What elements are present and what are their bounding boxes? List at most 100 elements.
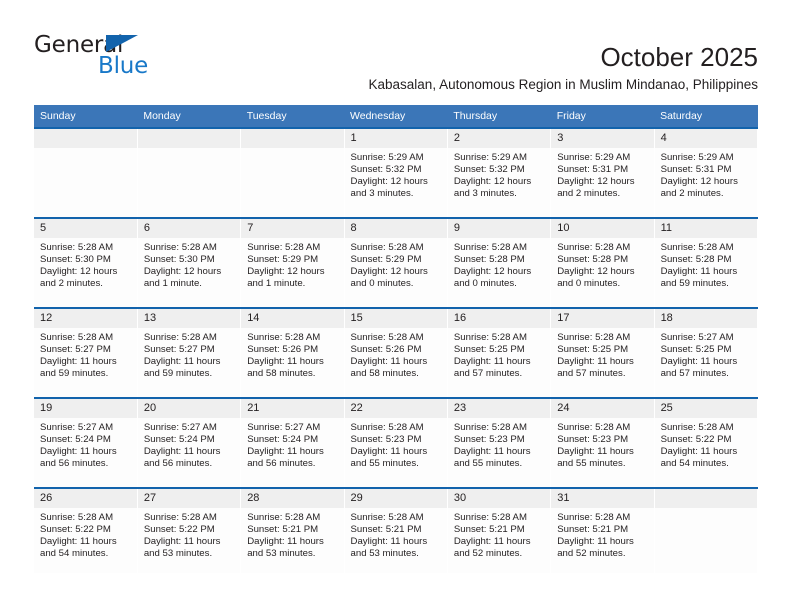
day-number: 10 — [551, 219, 654, 238]
day-number: 23 — [447, 399, 551, 418]
day-number: 27 — [137, 489, 241, 508]
calendar-day-cell[interactable]: 3 Sunrise: 5:29 AM Sunset: 5:31 PM Daylight… — [550, 127, 655, 218]
calendar-day-cell[interactable]: 17 Sunrise: 5:28 AM Sunset: 5:25 PM Dayligh… — [550, 307, 655, 398]
daylight-text: Daylight: 12 hours and 3 minutes. — [350, 176, 428, 200]
sunset-text: Sunset: 5:21 PM — [557, 524, 629, 536]
day-number: 16 — [447, 309, 551, 328]
day-number: 28 — [241, 489, 344, 508]
daylight-text: Daylight: 11 hours and 58 minutes. — [350, 356, 428, 380]
calendar-day-cell[interactable]: 28 Sunrise: 5:28 AM Sunset: 5:21 PM Dayligh… — [240, 487, 345, 573]
calendar-day-cell[interactable]: 19 Sunrise: 5:27 AM Sunset: 5:24 PM Dayligh… — [34, 397, 138, 488]
day-number — [654, 489, 757, 508]
page-title: October 2025 — [600, 42, 758, 72]
sunset-text: Sunset: 5:23 PM — [453, 434, 525, 446]
daylight-text: Daylight: 11 hours and 55 minutes. — [453, 446, 531, 470]
day-number: 9 — [447, 219, 551, 238]
daylight-text: Daylight: 11 hours and 56 minutes. — [247, 446, 324, 470]
calendar-day-cell[interactable]: 22 Sunrise: 5:28 AM Sunset: 5:23 PM Dayligh… — [344, 397, 448, 488]
calendar-day-cell[interactable]: 9 Sunrise: 5:28 AM Sunset: 5:28 PM Daylight… — [447, 217, 552, 308]
day-number — [34, 129, 137, 148]
calendar-day-cell-empty — [240, 127, 345, 218]
calendar-day-cell[interactable]: 13 Sunrise: 5:28 AM Sunset: 5:27 PM Dayligh… — [137, 307, 242, 398]
calendar-day-cell[interactable]: 21 Sunrise: 5:27 AM Sunset: 5:24 PM Dayligh… — [240, 397, 345, 488]
day-details: Sunrise: 5:27 AM Sunset: 5:24 PM Daylight:… — [34, 418, 137, 470]
sunrise-text: Sunrise: 5:28 AM — [350, 242, 424, 253]
daylight-text: Daylight: 11 hours and 57 minutes. — [453, 356, 531, 380]
calendar-day-cell[interactable]: 27 Sunrise: 5:28 AM Sunset: 5:22 PM Dayligh… — [137, 487, 242, 573]
sunset-text: Sunset: 5:31 PM — [557, 164, 629, 176]
calendar-day-cell[interactable]: 24 Sunrise: 5:28 AM Sunset: 5:23 PM Dayligh… — [550, 397, 655, 488]
calendar-day-cell[interactable]: 4 Sunrise: 5:29 AM Sunset: 5:31 PM Daylight… — [654, 127, 759, 218]
calendar-day-cell[interactable]: 2 Sunrise: 5:29 AM Sunset: 5:32 PM Daylight… — [447, 127, 552, 218]
day-details: Sunrise: 5:28 AM Sunset: 5:21 PM Daylight:… — [448, 508, 550, 560]
triangle-icon — [106, 35, 138, 52]
calendar-day-cell[interactable]: 26 Sunrise: 5:28 AM Sunset: 5:22 PM Dayligh… — [34, 487, 138, 573]
daylight-text: Daylight: 11 hours and 59 minutes. — [143, 356, 221, 380]
calendar-day-cell[interactable]: 18 Sunrise: 5:27 AM Sunset: 5:25 PM Dayligh… — [654, 307, 759, 398]
day-details: Sunrise: 5:28 AM Sunset: 5:22 PM Daylight:… — [34, 508, 137, 560]
calendar-day-cell[interactable]: 6 Sunrise: 5:28 AM Sunset: 5:30 PM Daylight… — [137, 217, 242, 308]
sunrise-text: Sunrise: 5:28 AM — [557, 512, 631, 523]
logo[interactable]: General Blue — [34, 32, 214, 84]
day-number: 1 — [344, 129, 447, 148]
calendar-day-cell[interactable]: 5 Sunrise: 5:28 AM Sunset: 5:30 PM Daylight… — [34, 217, 138, 308]
day-number: 17 — [551, 309, 654, 328]
sunset-text: Sunset: 5:27 PM — [40, 344, 111, 356]
sunset-text: Sunset: 5:24 PM — [40, 434, 111, 446]
sunset-text: Sunset: 5:25 PM — [453, 344, 525, 356]
calendar-table: Sunday Monday Tuesday Wednesday Thursday… — [34, 105, 759, 573]
calendar-day-cell[interactable]: 12 Sunrise: 5:28 AM Sunset: 5:27 PM Dayligh… — [34, 307, 138, 398]
sunrise-text: Sunrise: 5:28 AM — [143, 512, 217, 523]
daylight-text: Daylight: 11 hours and 55 minutes. — [350, 446, 428, 470]
page-header: General Blue October 2025 Kabasalan, Aut… — [34, 28, 758, 92]
calendar-day-cell[interactable]: 11 Sunrise: 5:28 AM Sunset: 5:28 PM Dayligh… — [654, 217, 759, 308]
sunrise-text: Sunrise: 5:27 AM — [660, 332, 734, 343]
daylight-text: Daylight: 11 hours and 56 minutes. — [143, 446, 221, 470]
calendar-day-cell[interactable]: 14 Sunrise: 5:28 AM Sunset: 5:26 PM Dayligh… — [240, 307, 345, 398]
daylight-text: Daylight: 11 hours and 57 minutes. — [557, 356, 634, 380]
calendar-day-cell[interactable]: 23 Sunrise: 5:28 AM Sunset: 5:23 PM Dayligh… — [447, 397, 552, 488]
weekday-header-saturday: Saturday — [654, 105, 758, 128]
calendar-day-cell[interactable]: 29 Sunrise: 5:28 AM Sunset: 5:21 PM Dayligh… — [344, 487, 448, 573]
sunrise-text: Sunrise: 5:28 AM — [247, 332, 321, 343]
day-number: 24 — [551, 399, 654, 418]
calendar-day-cell[interactable]: 8 Sunrise: 5:28 AM Sunset: 5:29 PM Daylight… — [344, 217, 448, 308]
calendar-day-cell[interactable]: 7 Sunrise: 5:28 AM Sunset: 5:29 PM Daylight… — [240, 217, 345, 308]
calendar-day-cell[interactable]: 1 Sunrise: 5:29 AM Sunset: 5:32 PM Daylight… — [344, 127, 448, 218]
day-number: 19 — [34, 399, 137, 418]
day-number: 21 — [241, 399, 344, 418]
day-number: 20 — [137, 399, 241, 418]
calendar-week-row: 5 Sunrise: 5:28 AM Sunset: 5:30 PM Daylight… — [34, 217, 759, 308]
calendar-day-cell[interactable]: 20 Sunrise: 5:27 AM Sunset: 5:24 PM Dayligh… — [137, 397, 242, 488]
calendar-day-cell[interactable]: 31 Sunrise: 5:28 AM Sunset: 5:21 PM Dayligh… — [550, 487, 655, 573]
day-number: 5 — [34, 219, 137, 238]
day-details: Sunrise: 5:29 AM Sunset: 5:31 PM Daylight:… — [655, 148, 757, 200]
sunrise-text: Sunrise: 5:27 AM — [143, 422, 217, 433]
daylight-text: Daylight: 11 hours and 53 minutes. — [247, 536, 324, 560]
daylight-text: Daylight: 12 hours and 1 minute. — [143, 266, 222, 290]
sunset-text: Sunset: 5:24 PM — [143, 434, 215, 446]
daylight-text: Daylight: 12 hours and 2 minutes. — [557, 176, 635, 200]
sunset-text: Sunset: 5:28 PM — [660, 254, 732, 266]
day-number: 8 — [344, 219, 447, 238]
calendar-day-cell[interactable]: 10 Sunrise: 5:28 AM Sunset: 5:28 PM Dayligh… — [550, 217, 655, 308]
calendar-day-cell[interactable]: 30 Sunrise: 5:28 AM Sunset: 5:21 PM Dayligh… — [447, 487, 552, 573]
calendar-day-cell[interactable]: 16 Sunrise: 5:28 AM Sunset: 5:25 PM Dayligh… — [447, 307, 552, 398]
daylight-text: Daylight: 11 hours and 53 minutes. — [350, 536, 428, 560]
weekday-header-friday: Friday — [550, 105, 655, 128]
day-number — [137, 129, 241, 148]
calendar-day-cell[interactable]: 15 Sunrise: 5:28 AM Sunset: 5:26 PM Dayligh… — [344, 307, 448, 398]
weekday-header-thursday: Thursday — [447, 105, 551, 128]
day-number: 2 — [447, 129, 551, 148]
calendar-day-cell[interactable]: 25 Sunrise: 5:28 AM Sunset: 5:22 PM Dayligh… — [654, 397, 759, 488]
sunrise-text: Sunrise: 5:28 AM — [453, 512, 527, 523]
sunrise-text: Sunrise: 5:28 AM — [557, 242, 631, 253]
day-details: Sunrise: 5:28 AM Sunset: 5:29 PM Daylight:… — [241, 238, 343, 290]
sunset-text: Sunset: 5:21 PM — [247, 524, 319, 536]
sunset-text: Sunset: 5:31 PM — [660, 164, 732, 176]
daylight-text: Daylight: 12 hours and 2 minutes. — [40, 266, 118, 290]
day-details: Sunrise: 5:28 AM Sunset: 5:21 PM Daylight:… — [551, 508, 653, 560]
sunrise-text: Sunrise: 5:28 AM — [557, 332, 631, 343]
calendar-body: 1 Sunrise: 5:29 AM Sunset: 5:32 PM Daylight… — [34, 127, 759, 573]
day-details: Sunrise: 5:28 AM Sunset: 5:26 PM Daylight:… — [241, 328, 343, 380]
